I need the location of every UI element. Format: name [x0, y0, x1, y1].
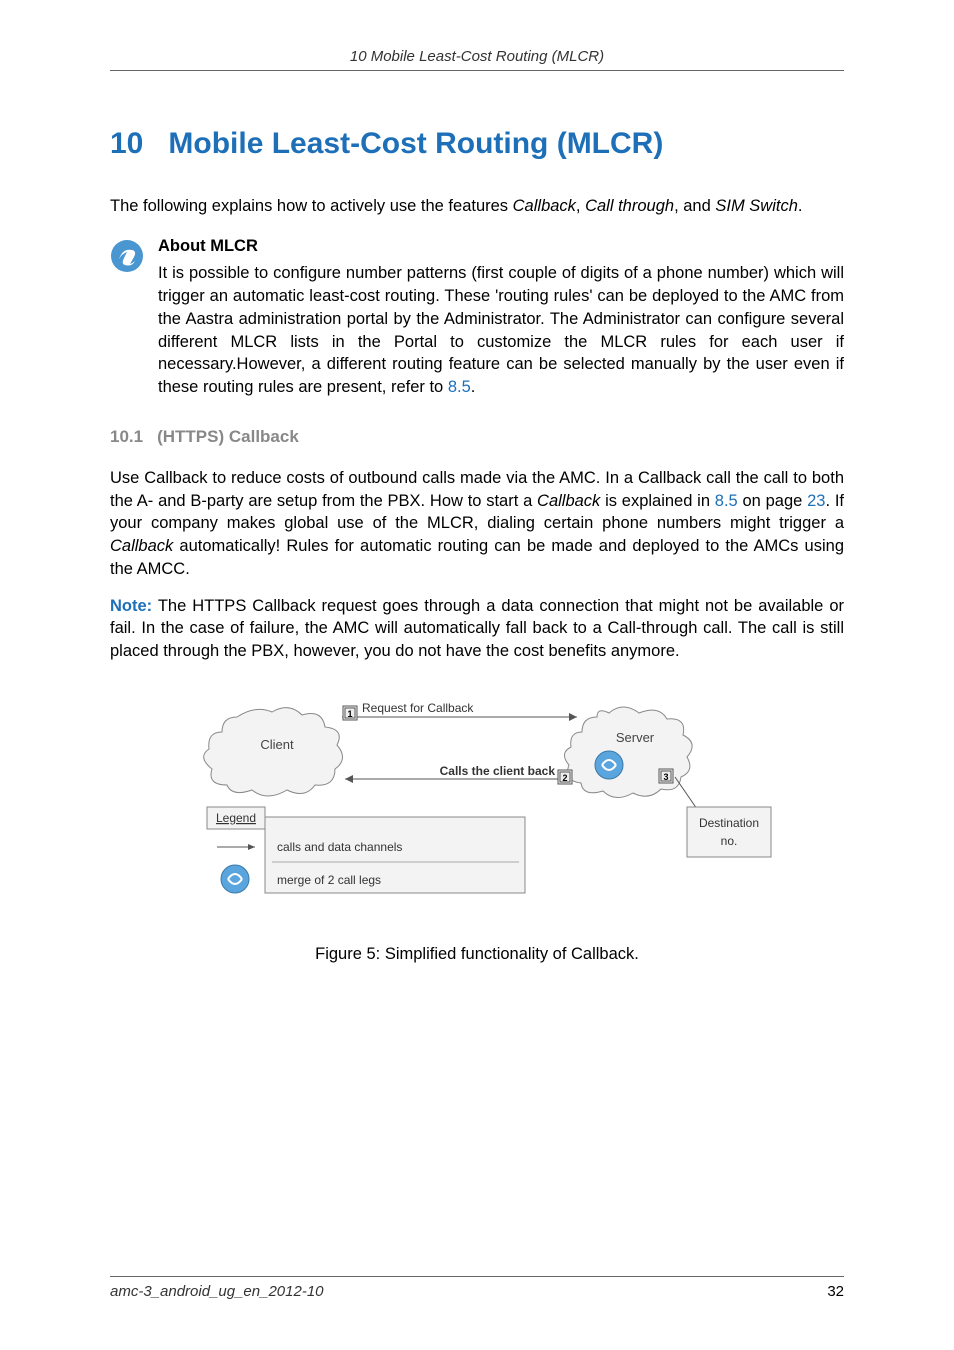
diagram-client-label: Client — [260, 737, 294, 752]
subsection-title: (HTTPS) Callback — [157, 427, 299, 447]
body-paragraph-2: Note: The HTTPS Callback request goes th… — [110, 595, 844, 663]
svg-text:3: 3 — [663, 772, 668, 782]
chapter-title-text: Mobile Least-Cost Routing (MLCR) — [168, 127, 663, 160]
diagram-callsback-label: Calls the client back — [440, 764, 556, 778]
legend-row-2: merge of 2 call legs — [277, 873, 381, 887]
subsection-heading: 10.1 (HTTPS) Callback — [110, 427, 844, 447]
chapter-number: 10 — [110, 127, 143, 160]
svg-text:Destination: Destination — [699, 816, 759, 830]
legend-title: Legend — [216, 811, 256, 825]
figure-caption: Figure 5: Simplified functionality of Ca… — [110, 945, 844, 964]
xref-link[interactable]: 23 — [807, 492, 825, 510]
svg-text:1: 1 — [347, 709, 352, 719]
about-body: It is possible to configure number patte… — [158, 262, 844, 399]
xref-link[interactable]: 8.5 — [715, 492, 738, 510]
intro-paragraph: The following explains how to actively u… — [110, 195, 844, 217]
xref-link[interactable]: 8.5 — [448, 378, 471, 396]
diagram-server-label: Server — [616, 730, 655, 745]
footer-doc-id: amc-3_android_ug_en_2012-10 — [110, 1283, 324, 1300]
running-header-text: 10 Mobile Least-Cost Routing (MLCR) — [350, 48, 604, 65]
diagram-svg: Client Server Request for Callback 1 Cal… — [177, 687, 777, 917]
running-header: 10 Mobile Least-Cost Routing (MLCR) — [110, 48, 844, 71]
about-title: About MLCR — [158, 237, 844, 256]
figure: Client Server Request for Callback 1 Cal… — [110, 687, 844, 964]
diagram-request-label: Request for Callback — [362, 701, 474, 715]
footer: amc-3_android_ug_en_2012-10 32 — [110, 1276, 844, 1300]
svg-text:no.: no. — [721, 834, 738, 848]
note-label: Note: — [110, 597, 152, 615]
info-icon — [110, 239, 144, 273]
svg-text:2: 2 — [562, 773, 567, 783]
footer-page-number: 32 — [827, 1283, 844, 1300]
legend-row-1: calls and data channels — [277, 840, 402, 854]
about-block: About MLCR It is possible to configure n… — [110, 237, 844, 399]
body-paragraph-1: Use Callback to reduce costs of outbound… — [110, 467, 844, 581]
subsection-number: 10.1 — [110, 427, 143, 447]
chapter-title: 10 Mobile Least-Cost Routing (MLCR) — [110, 127, 844, 161]
